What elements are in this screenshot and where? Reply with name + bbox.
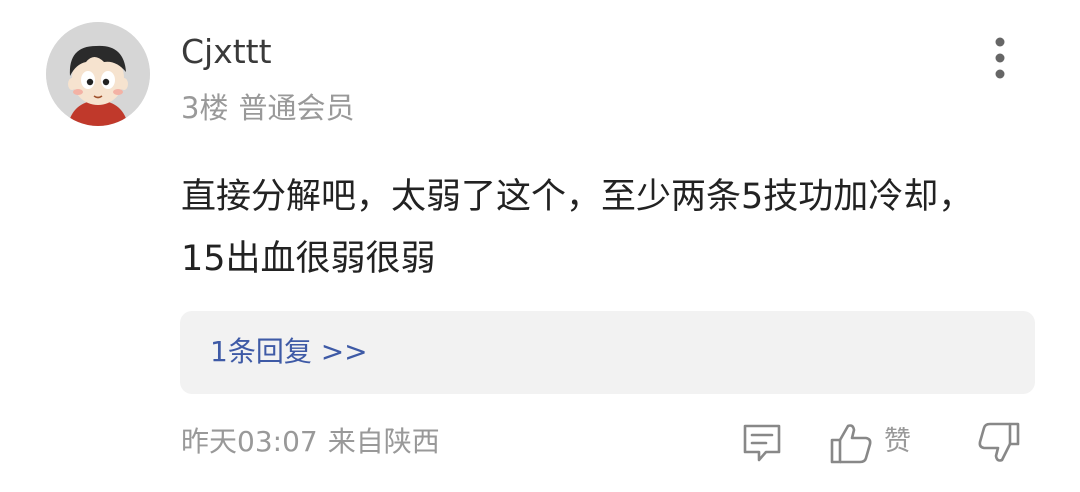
username[interactable]: Cjxttt — [181, 30, 272, 74]
comment-time: 昨天03:07 — [181, 425, 318, 458]
thumbs-down-icon — [978, 422, 1020, 462]
reply-preview-box[interactable]: 1条回复 >> — [180, 311, 1035, 394]
member-level: 普通会员 — [238, 91, 355, 125]
avatar-image — [46, 22, 150, 126]
more-vertical-icon — [995, 37, 1005, 79]
avatar[interactable] — [46, 22, 150, 126]
comment-icon — [743, 424, 781, 462]
reply-button[interactable] — [740, 420, 784, 466]
comment-content: 直接分解吧，太弱了这个，至少两条5技功加冷却，15出血很弱很弱 — [181, 177, 974, 279]
comment-location: 来自陕西 — [327, 425, 440, 458]
dislike-button[interactable] — [976, 420, 1022, 466]
view-replies-link[interactable]: 1条回复 >> — [210, 331, 368, 373]
comment-meta: 3楼 普通会员 — [181, 88, 354, 128]
thumbs-up-icon — [830, 424, 872, 464]
more-options-button[interactable] — [978, 32, 1022, 84]
like-label[interactable]: 赞 — [884, 421, 911, 463]
comment-footer-info: 昨天03:07 来自陕西 — [181, 421, 440, 463]
like-button[interactable] — [828, 420, 874, 466]
floor-number: 3楼 — [181, 91, 229, 125]
